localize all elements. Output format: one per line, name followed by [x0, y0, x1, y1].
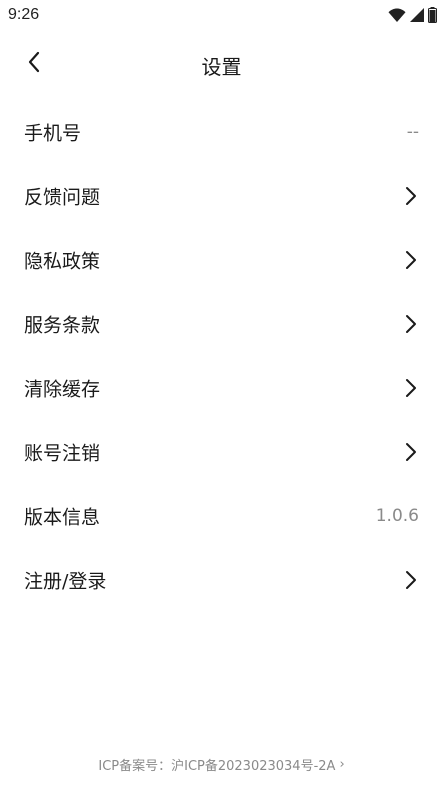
wifi-icon — [388, 7, 406, 23]
row-label: 账号注销 — [24, 442, 101, 465]
chevron-right-icon — [403, 441, 419, 463]
signal-icon — [410, 7, 424, 23]
row-label: 隐私政策 — [24, 250, 101, 273]
row-value: -- — [406, 122, 419, 142]
row-label: 反馈问题 — [24, 186, 101, 209]
header: 设置 — [0, 38, 443, 90]
row-label: 手机号 — [24, 122, 82, 145]
row-label: 服务条款 — [24, 314, 101, 337]
chevron-right-icon — [403, 313, 419, 335]
settings-row-delete-account[interactable]: 账号注销 — [0, 420, 443, 484]
battery-icon — [428, 7, 437, 23]
icp-text: ICP备案号：沪ICP备2023023034号-2A — [98, 759, 336, 774]
chevron-right-icon — [403, 569, 419, 591]
row-label: 注册/登录 — [24, 570, 107, 593]
settings-row-register-login[interactable]: 注册/登录 — [0, 548, 443, 612]
settings-row-phone[interactable]: 手机号 -- — [0, 100, 443, 164]
status-bar: 9:26 — [0, 0, 443, 30]
chevron-right-small-icon: › — [339, 757, 345, 772]
status-icons — [388, 7, 437, 23]
settings-row-version-info[interactable]: 版本信息 1.0.6 — [0, 484, 443, 548]
page-title: 设置 — [201, 55, 242, 79]
settings-list: 手机号 -- 反馈问题 隐私政策 服务条款 清除缓存 账号注销 版本信息 1.0… — [0, 100, 443, 612]
chevron-right-icon — [403, 185, 419, 207]
footer: ICP备案号：沪ICP备2023023034号-2A › — [0, 755, 443, 774]
settings-row-terms-of-service[interactable]: 服务条款 — [0, 292, 443, 356]
settings-row-clear-cache[interactable]: 清除缓存 — [0, 356, 443, 420]
row-label: 版本信息 — [24, 506, 101, 529]
settings-row-privacy-policy[interactable]: 隐私政策 — [0, 228, 443, 292]
icp-link[interactable]: ICP备案号：沪ICP备2023023034号-2A › — [98, 755, 344, 774]
version-value: 1.0.6 — [375, 506, 419, 526]
status-time: 9:26 — [8, 6, 40, 23]
chevron-right-icon — [403, 249, 419, 271]
chevron-right-icon — [403, 377, 419, 399]
row-label: 清除缓存 — [24, 378, 101, 401]
settings-row-feedback[interactable]: 反馈问题 — [0, 164, 443, 228]
